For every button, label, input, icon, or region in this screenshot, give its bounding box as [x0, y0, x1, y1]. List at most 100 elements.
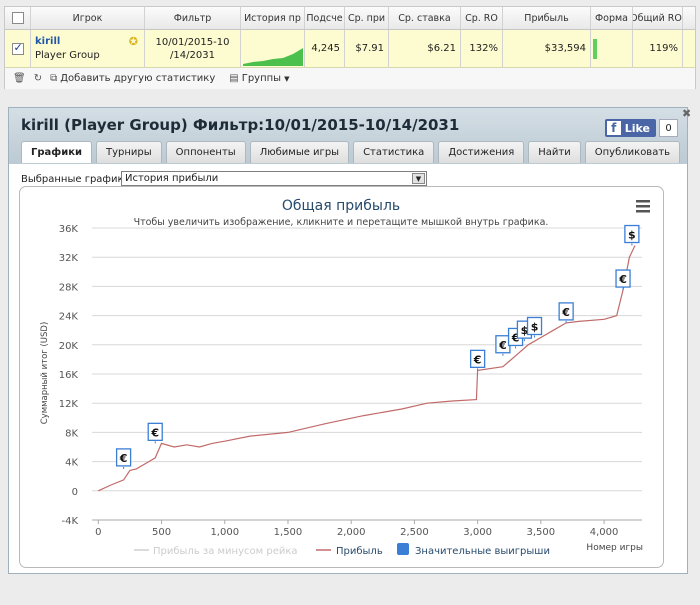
col-profit[interactable]: Прибыль: [503, 7, 591, 29]
col-form[interactable]: Форма: [591, 7, 633, 29]
legend-item-big-wins[interactable]: Значительные выигрыши: [415, 546, 550, 557]
x-tick-label: 1,000: [210, 527, 239, 538]
award-icon: ✪: [128, 35, 138, 48]
chevron-down-icon[interactable]: ▼: [412, 173, 425, 184]
big-win-flag-label: €: [119, 452, 128, 465]
col-filter[interactable]: Фильтр: [145, 7, 241, 29]
window-tabs: Графики Турниры Оппоненты Любимые игры С…: [21, 141, 684, 163]
col-total-roi[interactable]: Общий RO:: [633, 7, 683, 29]
groups-chevron-down-icon[interactable]: ▼: [284, 75, 289, 83]
chart-subtitle: Чтобы увеличить изображение, кликните и …: [134, 217, 549, 228]
big-win-flag-label: $: [531, 321, 539, 334]
y-tick-label: 12K: [59, 399, 79, 410]
groups-icon[interactable]: ▤: [229, 73, 238, 84]
col-spacer: [683, 7, 695, 29]
row-checkbox[interactable]: [11, 41, 24, 55]
like-label: Like: [624, 121, 650, 135]
player-name-link[interactable]: kirill: [35, 35, 100, 49]
x-tick-label: 1,500: [274, 527, 303, 538]
history-sparkline-cell: [241, 30, 305, 67]
grid-header-row: Игрок Фильтр История пр Подсче Ср. при С…: [5, 7, 695, 30]
tab-favorite-games[interactable]: Любимые игры: [249, 141, 350, 163]
filter-range-line2: /14/2031: [170, 49, 215, 61]
chart-selector[interactable]: История прибыли ▼: [121, 171, 427, 186]
select-all-checkbox[interactable]: [11, 12, 24, 24]
facebook-like-button[interactable]: f Like: [604, 119, 656, 137]
tab-opponents[interactable]: Оппоненты: [165, 141, 246, 163]
form-cell: [591, 30, 633, 67]
chart-selector-label: Выбранные графики:: [21, 174, 134, 185]
refresh-icon[interactable]: ↻: [34, 73, 42, 84]
form-bar: [593, 38, 597, 59]
window-title: kirill (Player Group) Фильтр:10/01/2015-…: [21, 116, 460, 134]
tab-achievements[interactable]: Достижения: [438, 141, 525, 163]
tab-statistics[interactable]: Статистика: [353, 141, 435, 163]
tab-search[interactable]: Найти: [528, 141, 581, 163]
tab-publish[interactable]: Опубликовать: [584, 141, 681, 163]
x-tick-label: 0: [95, 527, 101, 538]
x-tick-label: 2,500: [400, 527, 429, 538]
x-tick-label: 3,500: [527, 527, 556, 538]
chart-container[interactable]: Общая прибыль Чтобы увеличить изображени…: [19, 186, 664, 568]
big-win-flag-label: $: [628, 229, 636, 242]
chart-title: Общая прибыль: [282, 198, 400, 214]
y-tick-label: -4K: [61, 516, 78, 527]
legend-item-profit[interactable]: Прибыль: [336, 546, 383, 557]
col-history[interactable]: История пр: [241, 7, 305, 29]
col-player[interactable]: Игрок: [31, 7, 145, 29]
tab-charts[interactable]: Графики: [21, 141, 93, 163]
chart-legend: Прибыль за минусом рейка Прибыль Значите…: [134, 543, 550, 557]
y-tick-label: 4K: [65, 458, 78, 469]
x-tick-label: 4,000: [590, 527, 619, 538]
col-avg-prize[interactable]: Ср. при: [345, 7, 389, 29]
avg-stake-cell: $6.21: [389, 30, 461, 67]
chart-selector-value: История прибыли: [125, 173, 219, 184]
window-header: kirill (Player Group) Фильтр:10/01/2015-…: [9, 108, 687, 164]
avg-prize-cell: $7.91: [345, 30, 389, 67]
tab-tournaments[interactable]: Турниры: [96, 141, 162, 163]
chart-menu-icon[interactable]: [636, 200, 650, 213]
player-window: kirill (Player Group) Фильтр:10/01/2015-…: [8, 107, 688, 574]
col-avg-stake[interactable]: Ср. ставка: [389, 7, 461, 29]
legend-item-rake[interactable]: Прибыль за минусом рейка: [153, 546, 298, 557]
big-win-flag-label: €: [473, 353, 482, 366]
big-win-flag-label: €: [150, 426, 159, 439]
col-avg-roi[interactable]: Ср. RO: [461, 7, 503, 29]
add-stat-icon[interactable]: ⧉: [50, 73, 57, 84]
player-cell[interactable]: kirill Player Group ✪: [31, 30, 145, 67]
col-count[interactable]: Подсче: [305, 7, 345, 29]
profit-cell: $33,594: [503, 30, 591, 67]
facebook-icon: f: [606, 121, 621, 135]
big-win-flag-label: €: [561, 306, 570, 319]
delete-icon[interactable]: 🗑: [13, 73, 26, 84]
close-icon[interactable]: ✖: [682, 107, 694, 120]
y-tick-label: 0: [72, 487, 78, 498]
y-tick-label: 16K: [59, 370, 79, 381]
total-roi-cell: 119%: [633, 30, 683, 67]
y-tick-label: 32K: [59, 253, 79, 264]
big-win-flag-label: €: [618, 273, 627, 286]
select-all-cell[interactable]: [5, 7, 31, 29]
history-sparkline: [242, 47, 303, 66]
table-row[interactable]: kirill Player Group ✪ 10/01/2015-10 /14/…: [5, 30, 695, 68]
x-tick-label: 3,000: [463, 527, 492, 538]
y-tick-label: 36K: [59, 224, 79, 235]
groups-button[interactable]: Группы: [242, 73, 281, 84]
add-stat-button[interactable]: Добавить другую статистику: [60, 73, 215, 84]
row-checkbox-cell[interactable]: [5, 30, 31, 67]
profit-series-line: [98, 245, 636, 492]
like-count: 0: [659, 119, 678, 137]
stats-grid: Игрок Фильтр История пр Подсче Ср. при С…: [4, 6, 696, 89]
y-tick-label: 20K: [59, 341, 79, 352]
filter-range-line1: 10/01/2015-10: [155, 36, 230, 48]
profit-chart[interactable]: Общая прибыль Чтобы увеличить изображени…: [20, 187, 663, 567]
x-tick-label: 2,000: [337, 527, 366, 538]
grid-toolbar: 🗑 ↻ ⧉ Добавить другую статистику ▤ Групп…: [5, 68, 695, 89]
y-tick-label: 24K: [59, 312, 79, 323]
y-tick-label: 28K: [59, 282, 79, 293]
y-axis-label: Суммарный итог (USD): [40, 322, 50, 425]
player-group-text: Player Group: [35, 49, 100, 61]
y-tick-label: 8K: [65, 428, 78, 439]
row-spacer: [683, 30, 695, 67]
x-axis-label: Номер игры: [586, 543, 643, 553]
